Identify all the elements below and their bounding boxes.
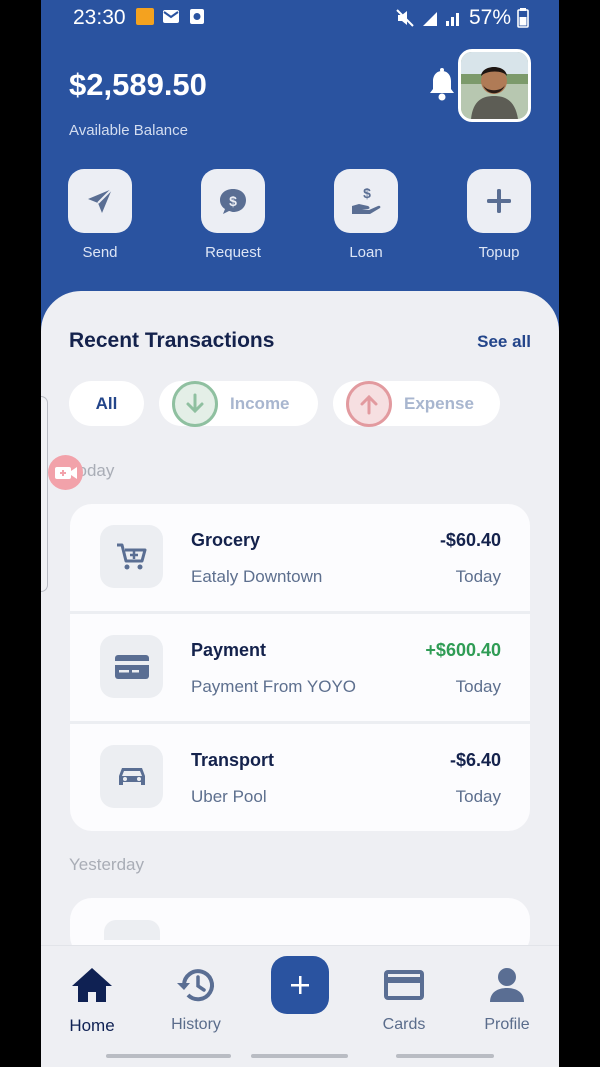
topup-action[interactable]: Topup <box>449 169 549 261</box>
app-screen: 23:30 57% $2,589.50 Available Balance Se… <box>41 0 559 1067</box>
car-icon <box>100 745 163 808</box>
plus-icon <box>487 189 511 213</box>
balance-amount: $2,589.50 <box>69 67 207 102</box>
nav-history-label: History <box>171 1016 221 1033</box>
transaction-row[interactable]: Grocery Eataly Downtown -$60.40 Today <box>70 504 530 612</box>
screen-record-icon <box>190 9 204 24</box>
cart-icon <box>100 525 163 588</box>
transaction-name: Grocery <box>191 530 261 550</box>
transaction-name: Payment <box>191 640 267 660</box>
transaction-amount: -$6.40 <box>449 750 501 770</box>
status-time: 23:30 <box>73 6 126 29</box>
cards-icon <box>384 970 424 1000</box>
request-icon: $ <box>220 189 246 214</box>
gesture-pill[interactable] <box>251 1054 348 1058</box>
transaction-description: Uber Pool <box>191 787 267 806</box>
transaction-description: Eataly Downtown <box>191 567 323 586</box>
avatar[interactable] <box>458 49 531 122</box>
signal-icon <box>445 13 459 26</box>
transaction-row[interactable]: Payment Payment From YOYO +$600.40 Today <box>70 614 530 722</box>
signal-r-icon <box>422 12 437 26</box>
balance-header: $2,589.50 Available Balance Send $ Reque… <box>41 35 559 335</box>
card-icon <box>100 635 163 698</box>
mute-icon <box>396 9 414 27</box>
status-bar: 23:30 57% <box>41 0 559 35</box>
transaction-name: Transport <box>191 750 275 770</box>
transaction-amount: -$60.40 <box>439 530 501 550</box>
loan-action[interactable]: $ Loan <box>316 169 416 261</box>
transaction-date: Today <box>455 787 501 806</box>
see-all-link[interactable]: See all <box>477 332 531 352</box>
income-arrow-icon <box>172 380 218 427</box>
avatar-image <box>461 52 528 119</box>
send-icon <box>88 188 113 213</box>
topup-button[interactable] <box>467 169 531 233</box>
filter-all[interactable]: All <box>69 381 144 426</box>
notification-app-icon <box>136 8 154 25</box>
section-title: Recent Transactions <box>69 329 275 352</box>
mail-icon <box>163 10 179 23</box>
filter-expense-label: Expense <box>404 393 474 413</box>
status-right: 57% <box>395 6 529 30</box>
bottom-navigation: Home History Cards Profile <box>41 945 559 1045</box>
nav-profile-label: Profile <box>484 1016 530 1033</box>
request-button[interactable]: $ <box>201 169 265 233</box>
balance-label: Available Balance <box>69 122 188 139</box>
history-icon <box>177 969 214 1002</box>
send-action[interactable]: Send <box>50 169 150 261</box>
loan-icon: $ <box>352 185 381 214</box>
gesture-bar <box>41 1045 559 1067</box>
nav-home[interactable]: Home <box>52 966 132 1036</box>
nav-home-label: Home <box>69 1016 115 1035</box>
add-button[interactable] <box>271 956 329 1014</box>
request-label: Request <box>205 244 261 261</box>
filter-income-label: Income <box>230 393 290 413</box>
video-record-icon[interactable] <box>48 455 83 490</box>
transaction-icon-partial <box>104 920 160 940</box>
nav-cards[interactable]: Cards <box>364 966 444 1034</box>
bell-icon[interactable] <box>427 68 457 102</box>
yesterday-label: Yesterday <box>69 855 144 874</box>
transaction-date: Today <box>455 677 501 696</box>
nav-cards-label: Cards <box>382 1016 426 1033</box>
transaction-date: Today <box>455 567 501 586</box>
filter-income[interactable]: Income <box>159 380 318 427</box>
transaction-amount: +$600.40 <box>425 640 501 660</box>
svg-text:$: $ <box>229 193 237 209</box>
gesture-pill[interactable] <box>396 1054 494 1058</box>
battery-icon <box>517 8 529 28</box>
expense-arrow-icon <box>346 380 392 427</box>
plus-icon <box>291 976 309 994</box>
nav-history[interactable]: History <box>156 966 236 1034</box>
today-transactions-card: Grocery Eataly Downtown -$60.40 Today Pa… <box>70 504 530 831</box>
svg-text:$: $ <box>363 185 371 201</box>
battery-percent: 57% <box>468 6 511 29</box>
nav-profile[interactable]: Profile <box>467 966 547 1034</box>
transaction-description: Payment From YOYO <box>191 677 357 696</box>
edge-panel-handle[interactable] <box>41 396 48 592</box>
transaction-row[interactable]: Transport Uber Pool -$6.40 Today <box>70 724 530 831</box>
gesture-pill[interactable] <box>106 1054 231 1058</box>
loan-label: Loan <box>349 244 383 261</box>
profile-icon <box>490 968 524 1002</box>
loan-button[interactable]: $ <box>334 169 398 233</box>
send-label: Send <box>82 244 118 261</box>
filter-expense[interactable]: Expense <box>333 380 500 427</box>
home-icon <box>72 968 112 1002</box>
request-action[interactable]: $ Request <box>183 169 283 261</box>
status-left-icons <box>136 8 206 25</box>
send-button[interactable] <box>68 169 132 233</box>
topup-label: Topup <box>478 244 520 261</box>
